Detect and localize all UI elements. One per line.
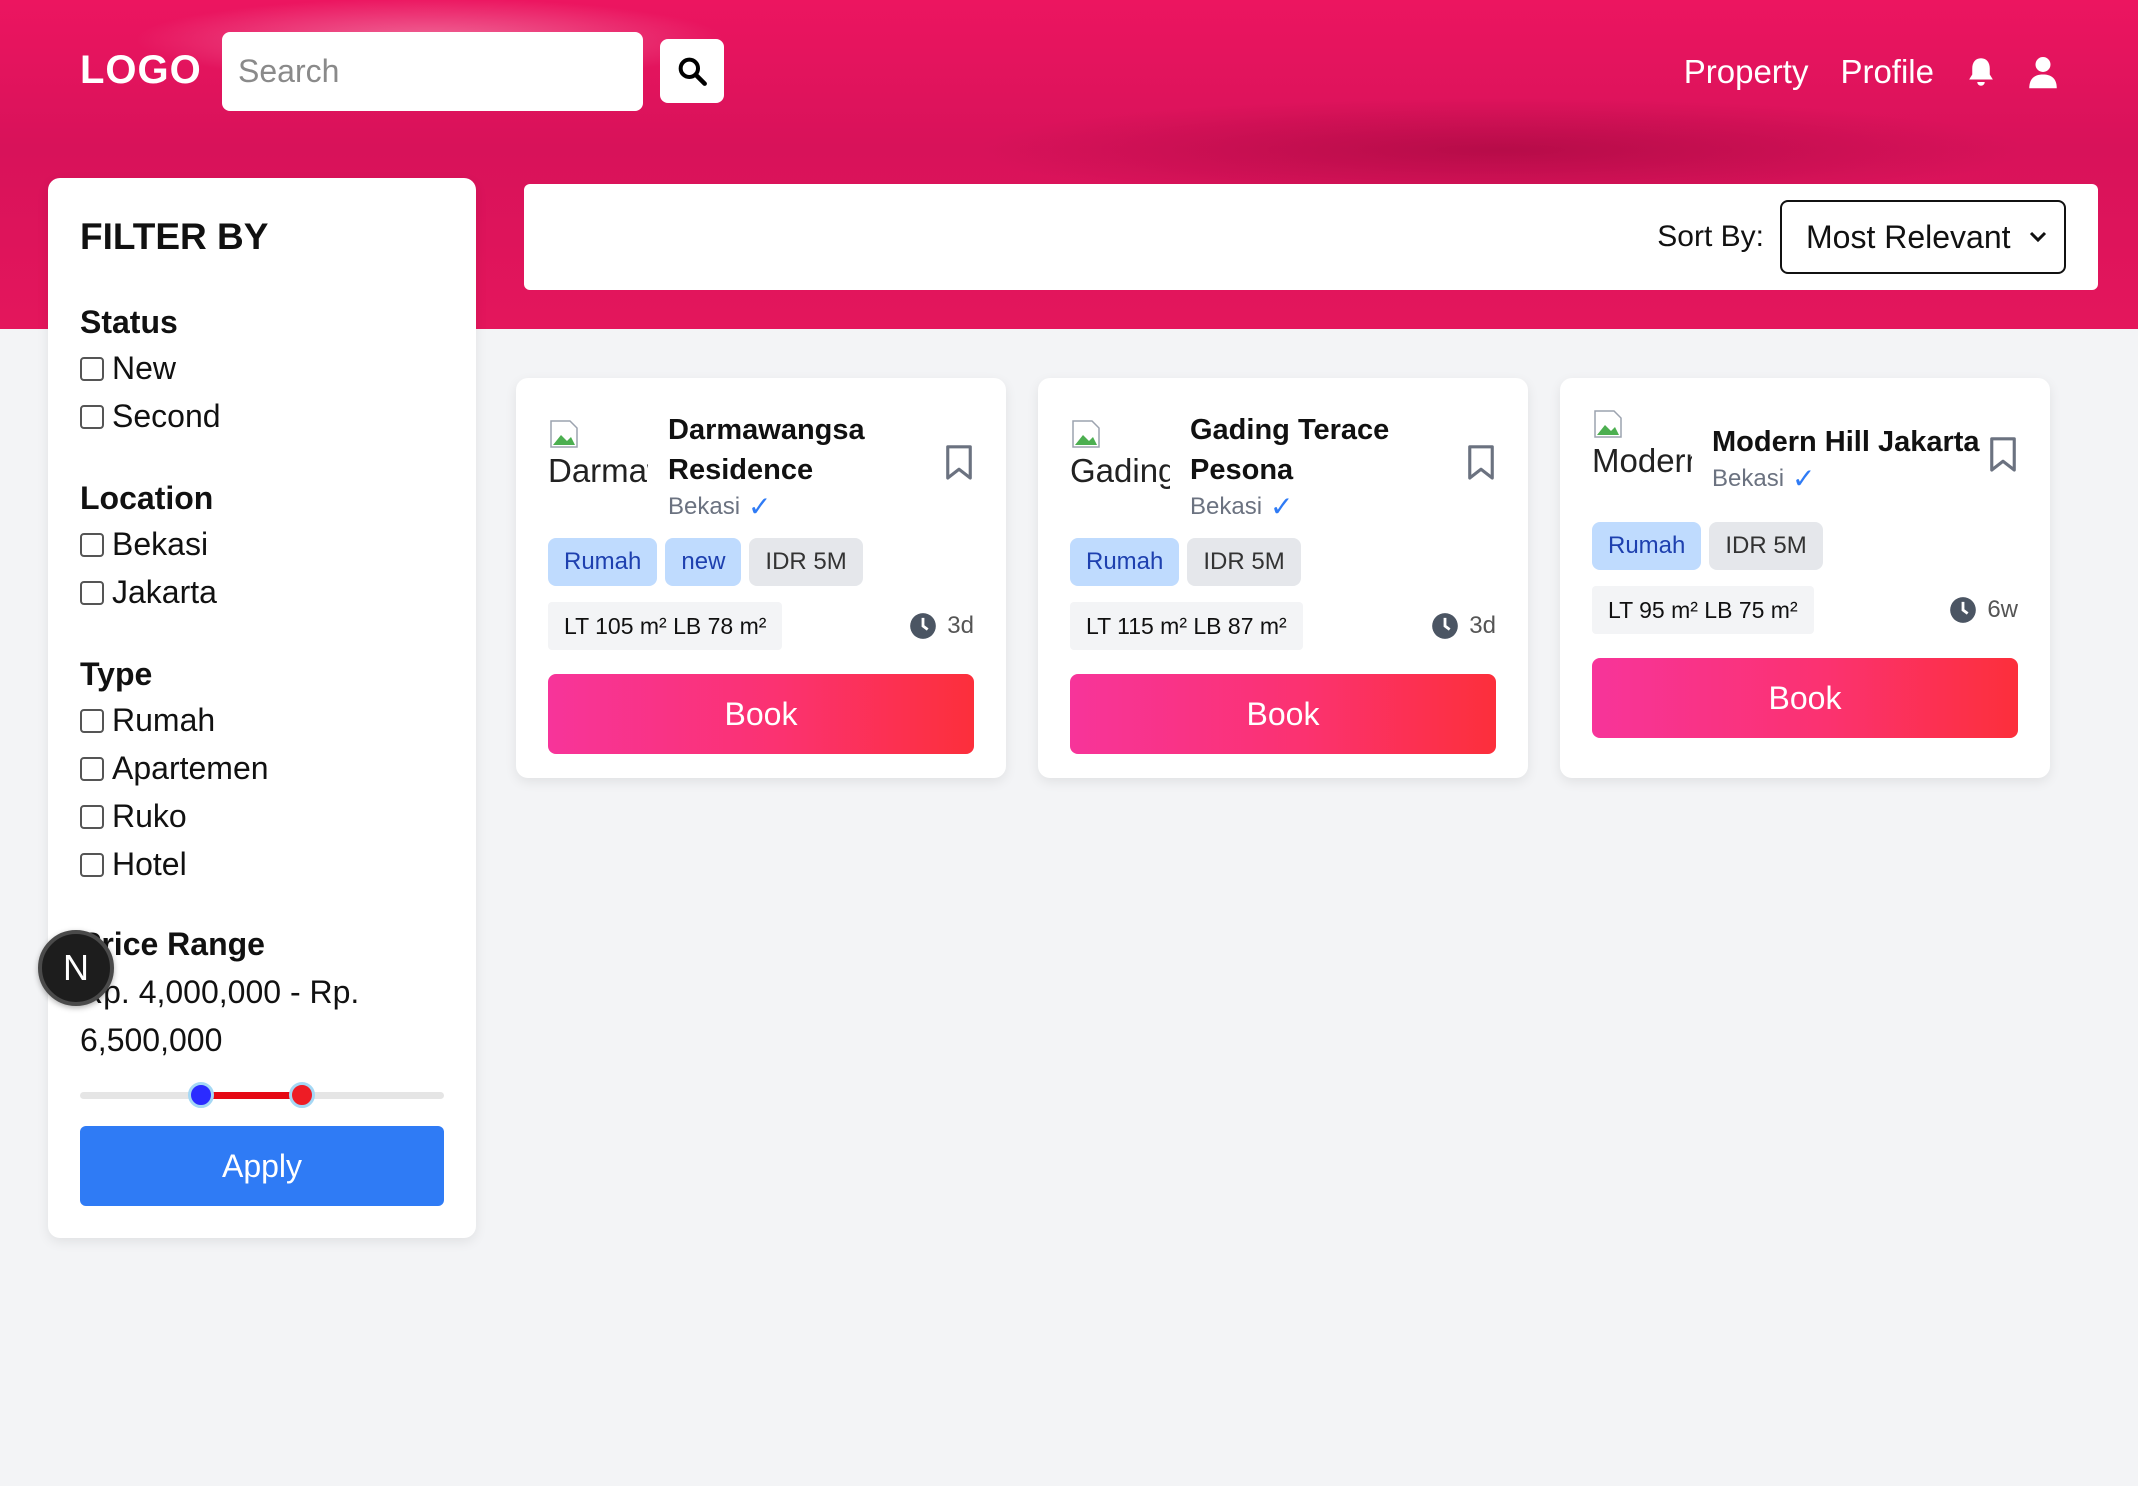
checkbox[interactable] xyxy=(80,580,104,605)
search-input[interactable] xyxy=(222,32,643,111)
tag-price: IDR 5M xyxy=(749,538,863,586)
filter-title: FILTER BY xyxy=(80,216,269,257)
property-title[interactable]: Darmawangsa Residence xyxy=(668,410,898,490)
sort-bar: Sort By: Most Relevant xyxy=(524,184,2098,290)
tag-type: Rumah xyxy=(548,538,658,586)
slider-selected-range xyxy=(201,1092,302,1099)
property-location: Bekasi ✓ xyxy=(1190,491,1294,522)
property-location: Bekasi ✓ xyxy=(1712,463,1816,494)
property-tags: Rumah IDR 5M xyxy=(1592,522,1823,570)
broken-image-icon xyxy=(1072,420,1100,448)
book-button[interactable]: Book xyxy=(548,674,974,754)
type-option-hotel[interactable]: Hotel xyxy=(80,846,187,883)
type-option-ruko[interactable]: Ruko xyxy=(80,798,187,835)
type-option-apartemen[interactable]: Apartemen xyxy=(80,750,269,787)
property-location: Bekasi ✓ xyxy=(668,491,772,522)
verified-check-icon: ✓ xyxy=(1792,463,1816,494)
dev-tools-badge[interactable]: N xyxy=(38,930,114,1006)
property-age: 3d xyxy=(1431,612,1496,640)
price-range-slider[interactable] xyxy=(80,1078,444,1112)
property-card[interactable]: Darmawangsa Residence Darmawangsa Reside… xyxy=(516,378,1006,778)
checkbox[interactable] xyxy=(80,756,104,781)
property-age: 6w xyxy=(1949,596,2018,624)
top-nav: Property Profile xyxy=(1684,44,2058,100)
clock-icon xyxy=(1432,613,1459,639)
book-button[interactable]: Book xyxy=(1070,674,1496,754)
property-area: LT 115 m² LB 87 m² xyxy=(1070,602,1303,650)
search-button[interactable] xyxy=(660,39,724,103)
slider-max-handle[interactable] xyxy=(289,1082,315,1108)
checkbox[interactable] xyxy=(80,804,104,829)
location-filter-title: Location xyxy=(80,480,214,516)
bookmark-icon[interactable] xyxy=(1466,444,1496,482)
status-option-new[interactable]: New xyxy=(80,350,176,387)
tag-status: new xyxy=(665,538,742,586)
nav-profile-link[interactable]: Profile xyxy=(1840,53,1934,91)
clock-icon xyxy=(910,613,937,639)
checkbox[interactable] xyxy=(80,708,104,733)
property-tags: Rumah IDR 5M xyxy=(1070,538,1301,586)
property-card[interactable]: Modern Hill Jakarta Modern Hill Jakarta … xyxy=(1560,378,2050,778)
bookmark-icon[interactable] xyxy=(944,444,974,482)
user-profile-icon[interactable] xyxy=(2028,55,2058,89)
tag-price: IDR 5M xyxy=(1187,538,1301,586)
status-filter-title: Status xyxy=(80,304,178,340)
price-range-value: Rp. 4,000,000 - Rp. 6,500,000 xyxy=(80,974,360,1058)
location-option-bekasi[interactable]: Bekasi xyxy=(80,526,208,563)
filter-sidebar: FILTER BY Status New Second Location Bek… xyxy=(48,178,476,1238)
nav-property-link[interactable]: Property xyxy=(1684,53,1809,91)
tag-price: IDR 5M xyxy=(1709,522,1823,570)
checkbox[interactable] xyxy=(80,532,104,557)
broken-image-icon xyxy=(550,420,578,448)
property-image[interactable]: Darmawangsa Residence xyxy=(548,418,648,510)
bookmark-icon[interactable] xyxy=(1988,436,2018,474)
verified-check-icon: ✓ xyxy=(1270,491,1294,522)
property-image[interactable]: Gading Terace Pesona xyxy=(1070,418,1170,510)
location-option-jakarta[interactable]: Jakarta xyxy=(80,574,217,611)
chevron-down-icon xyxy=(2029,231,2047,243)
property-area: LT 95 m² LB 75 m² xyxy=(1592,586,1814,634)
checkbox[interactable] xyxy=(80,852,104,877)
property-card[interactable]: Gading Terace Pesona Gading Terace Peson… xyxy=(1038,378,1528,778)
property-tags: Rumah new IDR 5M xyxy=(548,538,863,586)
property-title[interactable]: Gading Terace Pesona xyxy=(1190,410,1420,490)
property-age: 3d xyxy=(909,612,974,640)
broken-image-icon xyxy=(1594,410,1622,438)
apply-button[interactable]: Apply xyxy=(80,1126,444,1206)
clock-icon xyxy=(1950,597,1977,623)
property-image[interactable]: Modern Hill Jakarta xyxy=(1592,408,1692,484)
sort-label: Sort By: xyxy=(1657,220,1764,253)
tag-type: Rumah xyxy=(1592,522,1702,570)
sort-select[interactable]: Most Relevant xyxy=(1780,200,2066,274)
slider-min-handle[interactable] xyxy=(188,1082,214,1108)
type-option-rumah[interactable]: Rumah xyxy=(80,702,215,739)
sort-selected-value: Most Relevant xyxy=(1806,218,2011,255)
logo[interactable]: LOGO xyxy=(80,48,202,93)
property-title[interactable]: Modern Hill Jakarta xyxy=(1712,422,1982,462)
tag-type: Rumah xyxy=(1070,538,1180,586)
type-filter-title: Type xyxy=(80,656,153,692)
property-area: LT 105 m² LB 78 m² xyxy=(548,602,783,650)
search-icon xyxy=(678,57,707,86)
book-button[interactable]: Book xyxy=(1592,658,2018,738)
checkbox[interactable] xyxy=(80,356,104,381)
status-option-second[interactable]: Second xyxy=(80,398,221,435)
notification-bell-icon[interactable] xyxy=(1966,55,1996,89)
verified-check-icon: ✓ xyxy=(748,491,772,522)
checkbox[interactable] xyxy=(80,404,104,429)
